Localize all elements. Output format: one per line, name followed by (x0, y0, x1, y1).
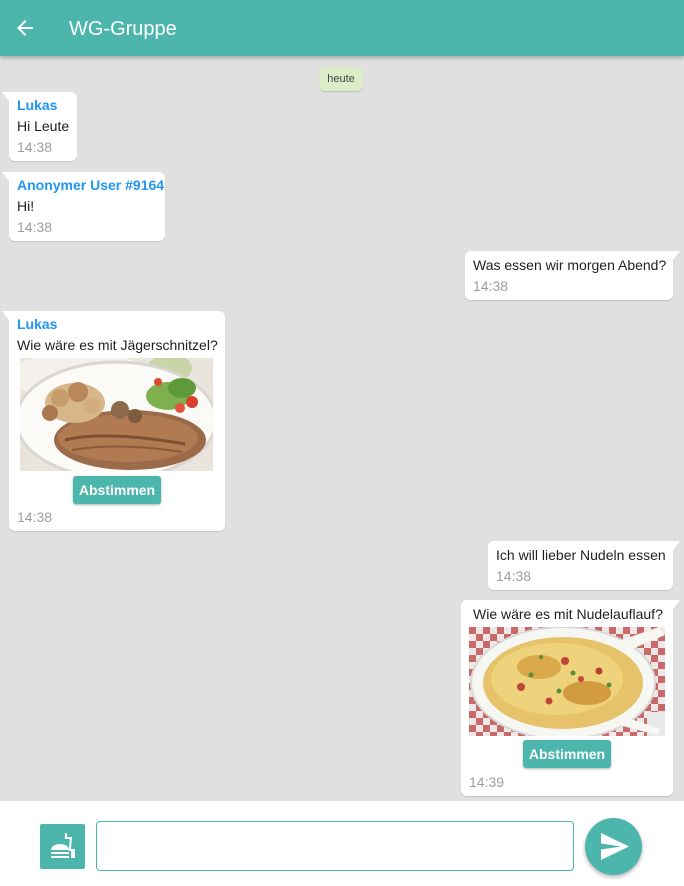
message-time: 14:38 (17, 509, 53, 525)
arrow-left-icon (17, 20, 33, 36)
send-icon (601, 833, 629, 860)
message-text: Hi! (17, 198, 35, 214)
message-time: 14:38 (17, 139, 53, 155)
app-bar: WG-Gruppe (0, 0, 684, 56)
message-bubble-incoming: Lukas Wie wäre es mit Jägerschnitzel? Ab… (2, 311, 225, 531)
message-bubble-incoming: Lukas Hi Leute 14:38 (2, 92, 77, 161)
message-text: Wie wäre es mit Nudelauflauf? (473, 606, 663, 622)
vote-button[interactable]: Abstimmen (73, 476, 161, 504)
message-time: 14:38 (473, 278, 509, 294)
nudelauflauf-image[interactable] (469, 627, 665, 736)
message-sender[interactable]: Lukas (17, 96, 57, 114)
message-bubble-outgoing: Ich will lieber Nudeln essen 14:38 (488, 541, 680, 590)
message-time: 14:39 (469, 774, 505, 790)
message-time: 14:38 (17, 219, 53, 235)
message-sender[interactable]: Anonymer User #9164 (17, 176, 164, 194)
message-bubble-incoming: Anonymer User #9164 Hi! 14:38 (2, 172, 165, 241)
message-composer (0, 801, 684, 886)
chat-messages[interactable]: heute Lukas Hi Leute 14:38 Anonymer User… (0, 56, 684, 801)
message-text: Hi Leute (17, 118, 70, 134)
message-input[interactable] (96, 821, 574, 871)
jaegerschnitzel-image[interactable] (20, 358, 213, 471)
meal-suggestion-button[interactable] (40, 824, 85, 869)
message-bubble-outgoing: Was essen wir morgen Abend? 14:38 (465, 251, 680, 300)
message-text: Was essen wir morgen Abend? (473, 257, 667, 273)
message-bubble-outgoing: Wie wäre es mit Nudelauflauf? Abstimmen … (461, 600, 680, 796)
date-chip: heute (319, 67, 363, 91)
message-sender[interactable]: Lukas (17, 315, 57, 333)
send-button[interactable] (585, 818, 642, 875)
vote-button[interactable]: Abstimmen (523, 740, 611, 768)
message-time: 14:38 (496, 568, 532, 584)
message-text: Ich will lieber Nudeln essen (496, 547, 666, 563)
message-text: Wie wäre es mit Jägerschnitzel? (17, 337, 218, 353)
fastfood-icon (51, 833, 75, 858)
back-button[interactable] (12, 16, 38, 40)
chat-title: WG-Gruppe (69, 18, 177, 40)
